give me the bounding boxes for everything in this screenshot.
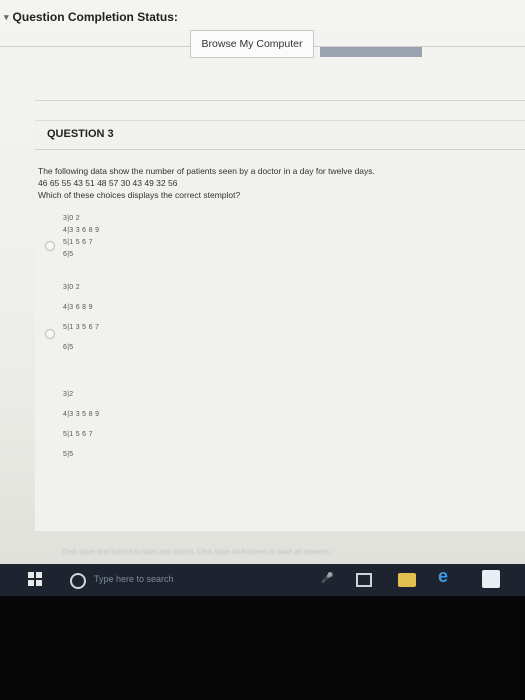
stemplot-row: 5|1 5 6 7	[63, 431, 93, 438]
dark-surround	[0, 596, 525, 700]
choice-2-stemplot: 3|0 2 4|3 6 8 9 5|1 3 5 6 7 6|5	[63, 281, 99, 361]
question-text: The following data show the number of pa…	[38, 165, 498, 201]
stemplot-row: 4|3 3 5 8 9	[63, 411, 100, 418]
stemplot-row: 4|3 3 6 8 9	[63, 227, 100, 234]
stemplot-row: 3|2	[63, 391, 74, 398]
stemplot-row: 5|1 3 5 6 7	[63, 324, 100, 331]
task-view-icon[interactable]	[356, 573, 372, 587]
question-panel: QUESTION 3 The following data show the n…	[35, 120, 525, 531]
choice-3-stemplot: 3|2 4|3 3 5 8 9 5|1 5 6 7 5|5	[63, 387, 99, 467]
upload-progress-bar	[320, 47, 422, 57]
mic-icon[interactable]: 🎤	[321, 573, 333, 584]
stemplot-row: 3|0 2	[63, 284, 80, 291]
choice-1-radio[interactable]	[45, 241, 55, 251]
choice-2-radio[interactable]	[45, 329, 55, 339]
choice-1-stemplot: 3|0 2 4|3 3 6 8 9 5|1 5 6 7 6|5	[63, 213, 99, 261]
file-explorer-icon[interactable]	[398, 573, 416, 587]
cortana-icon[interactable]	[70, 573, 86, 589]
stemplot-row: 3|0 2	[63, 215, 80, 222]
question-title: QUESTION 3	[47, 128, 114, 140]
edge-icon[interactable]: e	[438, 566, 448, 587]
divider	[35, 100, 525, 101]
windows-icon[interactable]	[28, 572, 42, 586]
browser-content: ▾ Question Completion Status: Browse My …	[0, 0, 525, 596]
question-ask: Which of these choices displays the corr…	[38, 190, 241, 200]
collapse-caret-icon[interactable]: ▾	[4, 12, 9, 23]
taskbar-search-input[interactable]: Type here to search	[94, 574, 174, 584]
question-data: 46 65 55 43 51 48 57 30 43 49 32 56	[38, 178, 178, 188]
stemplot-row: 6|5	[63, 251, 74, 258]
question-prompt: The following data show the number of pa…	[38, 166, 375, 176]
store-icon[interactable]	[482, 570, 500, 588]
stemplot-row: 4|3 6 8 9	[63, 304, 93, 311]
submit-hint: Click Save and Submit to save and submit…	[62, 549, 332, 556]
browse-my-computer-button[interactable]: Browse My Computer	[190, 30, 314, 58]
stemplot-row: 5|1 5 6 7	[63, 239, 93, 246]
completion-status-label: Question Completion Status:	[12, 10, 178, 24]
question-header: QUESTION 3	[35, 121, 525, 150]
stemplot-row: 5|5	[63, 451, 74, 458]
stemplot-row: 6|5	[63, 344, 74, 351]
completion-status[interactable]: ▾ Question Completion Status:	[4, 10, 178, 24]
